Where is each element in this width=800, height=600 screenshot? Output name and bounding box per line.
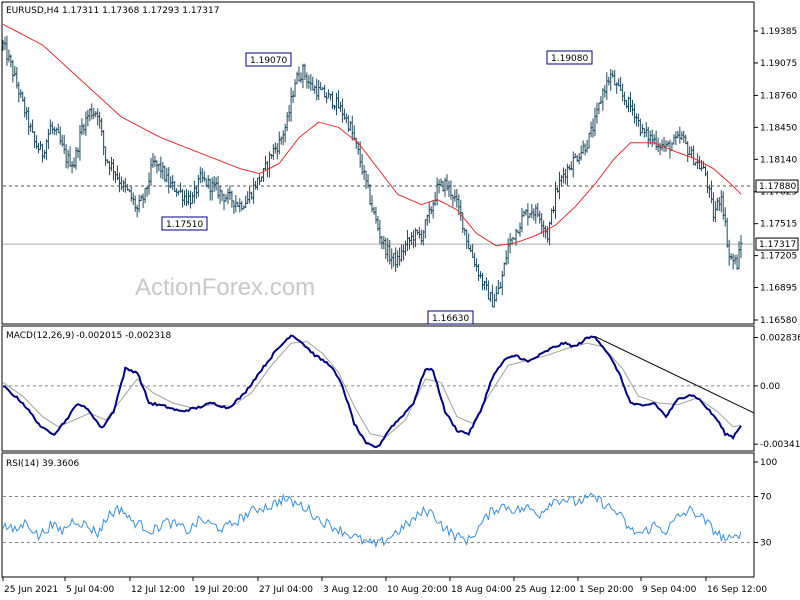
x-tick-label: 25 Jun 2021 (4, 585, 58, 595)
price-y-tick-label: 1.16895 (760, 284, 797, 294)
macd-header-values: -0.002015 -0.002318 (76, 331, 172, 341)
price-annotation-label: 1.16630 (432, 314, 469, 324)
watermark: ActionForex.com (135, 274, 315, 301)
price-y-tick-label: 1.18760 (760, 91, 797, 101)
rsi-y-tick-label: 100 (760, 458, 777, 468)
price-y-tick-label: 1.19385 (760, 27, 797, 37)
macd-y-tick-label: -0.003415 (760, 440, 800, 450)
price-y-tick-label: 1.18140 (760, 155, 797, 165)
x-tick-label: 10 Aug 20:00 (387, 585, 448, 595)
price-header-ohlc: 1.17311 1.17368 1.17293 1.17317 (62, 6, 219, 16)
x-tick-label: 18 Aug 04:00 (451, 585, 512, 595)
x-tick-label: 3 Aug 12:00 (323, 585, 378, 595)
rsi-y-tick-label: 70 (760, 493, 772, 503)
rsi-header-name: RSI(14) (6, 459, 39, 469)
macd-header-name: MACD(12,26,9) (6, 331, 74, 341)
x-tick-label: 5 Jul 04:00 (66, 585, 115, 595)
price-y-tick-label: 1.19075 (760, 59, 797, 69)
price-y-tick-label: 1.17515 (760, 220, 797, 230)
price-y-tick-label: 1.17205 (760, 252, 797, 262)
x-tick-label: 25 Aug 12:00 (515, 585, 576, 595)
x-tick-label: 1 Sep 20:00 (579, 585, 634, 595)
x-tick-label: 9 Sep 04:00 (642, 585, 697, 595)
price-y-tick-label: 1.18450 (760, 123, 797, 133)
x-tick-label: 27 Jul 04:00 (259, 585, 313, 595)
price-annotation-label: 1.17510 (166, 220, 203, 230)
macd-y-tick-label: 0.00 (760, 382, 780, 392)
x-tick-label: 12 Jul 12:00 (131, 585, 185, 595)
price-header-symbol: EURUSD,H4 (6, 6, 59, 16)
macd-y-tick-label: 0.002836 (760, 334, 800, 344)
price-y-tick-label: 1.16580 (760, 316, 797, 326)
chart-canvas: ActionForex.com EURUSD,H4 1.17311 1.1736… (0, 0, 800, 600)
price-tag-label: 1.17880 (759, 182, 796, 192)
price-annotation-label: 1.19080 (551, 54, 588, 64)
x-tick-label: 16 Sep 12:00 (707, 585, 767, 595)
rsi-header-value: 39.3606 (42, 459, 79, 469)
price-annotation-label: 1.19070 (250, 56, 287, 66)
price-tag-label: 1.17317 (759, 240, 796, 250)
x-tick-label: 19 Jul 20:00 (194, 585, 248, 595)
rsi-y-tick-label: 30 (760, 539, 772, 549)
